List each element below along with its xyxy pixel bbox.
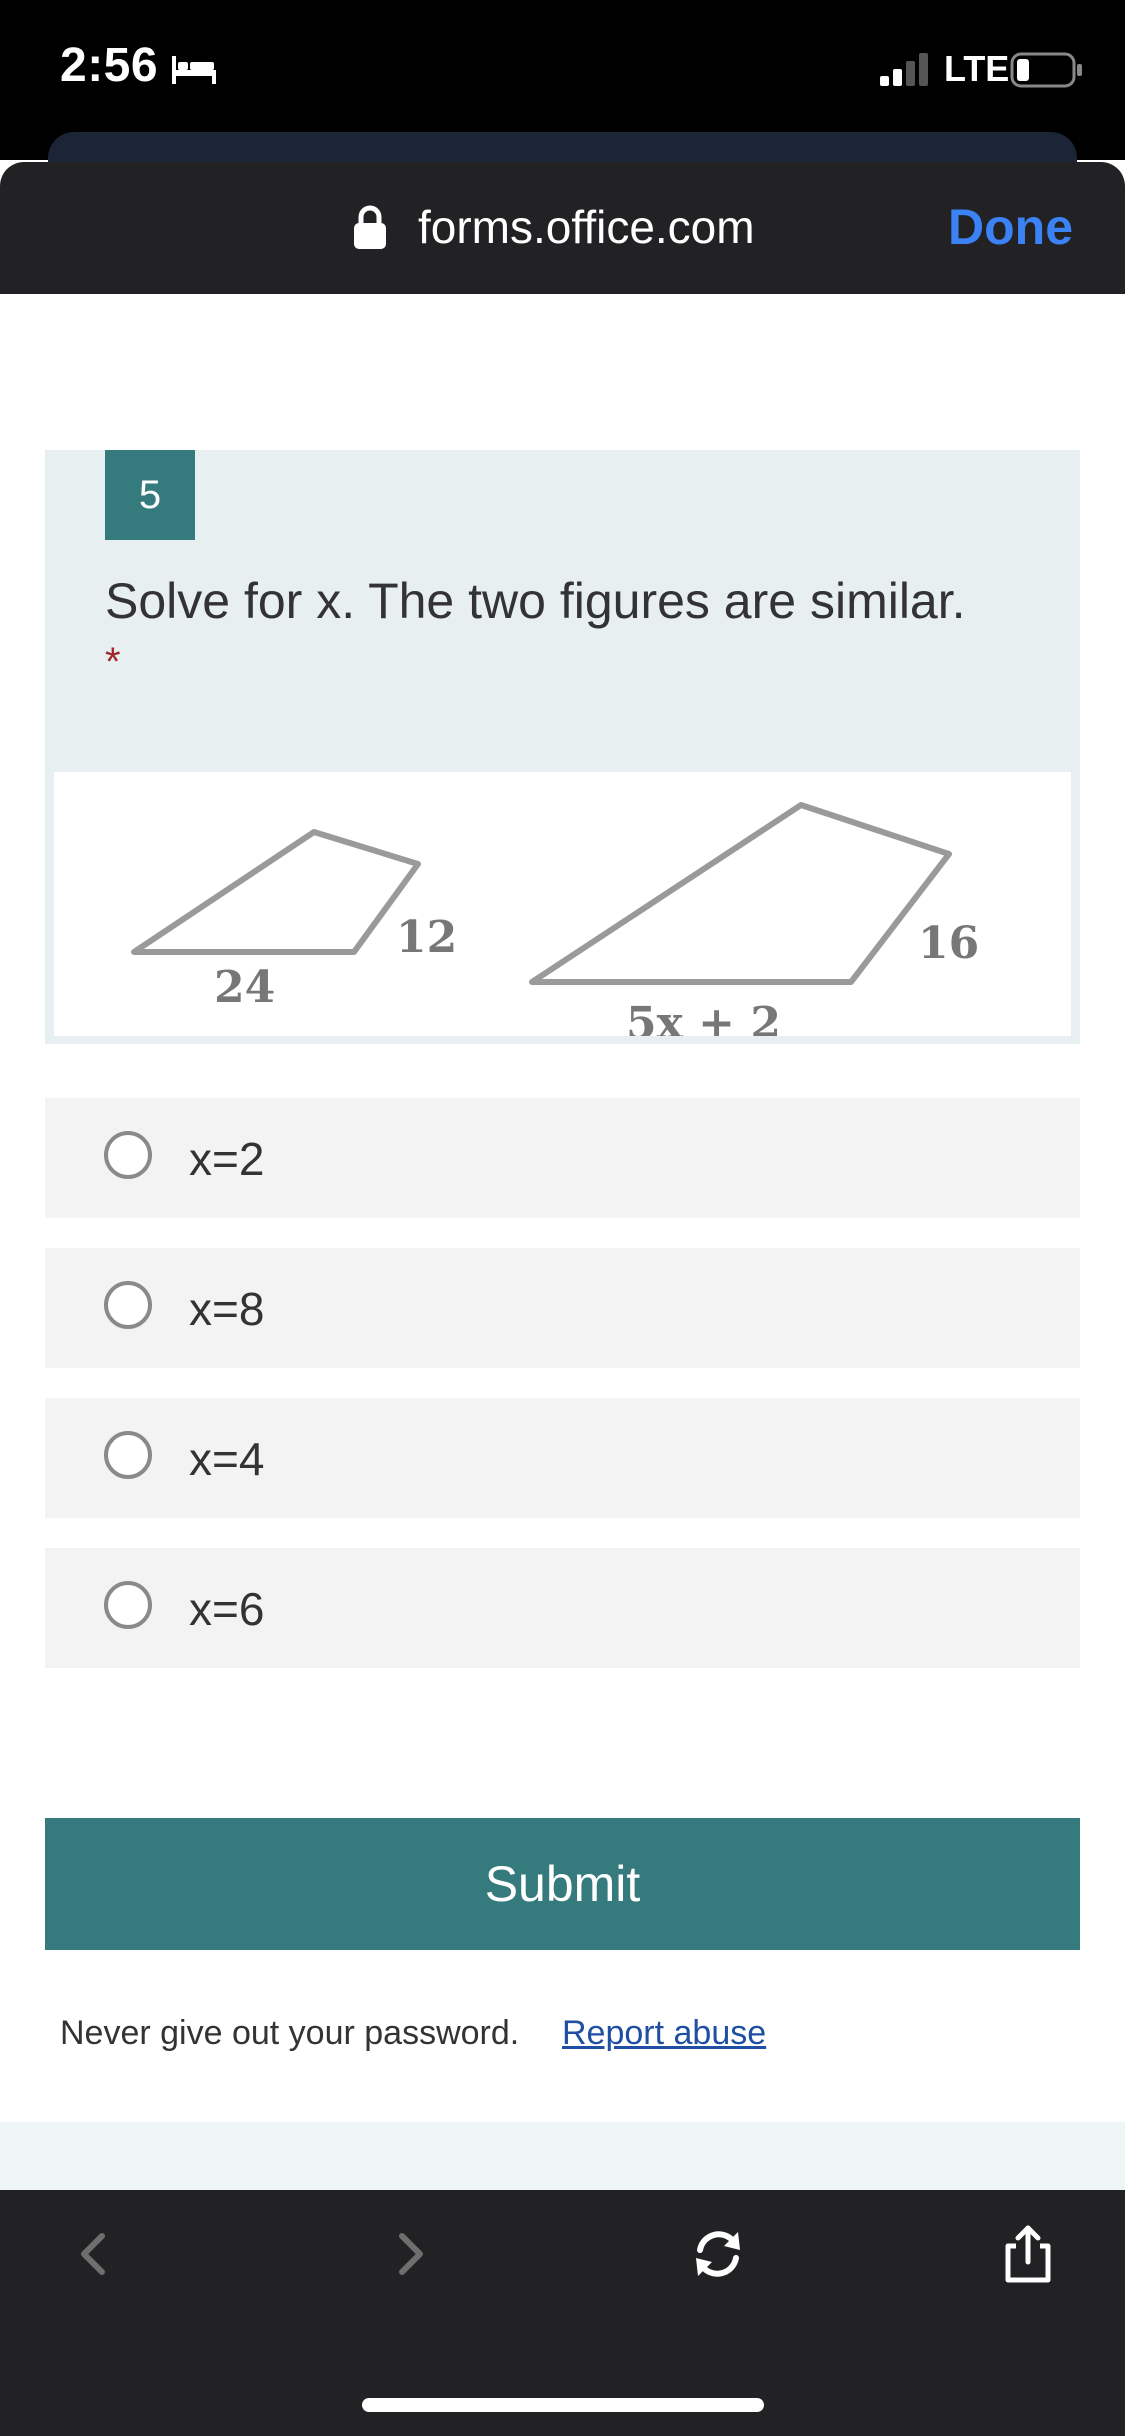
option-label: x=4	[189, 1433, 265, 1485]
option-x-8[interactable]: x=8	[45, 1248, 1080, 1368]
network-label: LTE	[944, 48, 1010, 89]
option-x-4[interactable]: x=4	[45, 1398, 1080, 1518]
signal-icon	[880, 53, 928, 86]
option-label: x=2	[189, 1133, 265, 1185]
reload-icon[interactable]	[686, 2222, 750, 2286]
submit-button[interactable]: Submit	[45, 1818, 1080, 1950]
status-time: 2:56	[60, 39, 159, 92]
back-icon[interactable]	[62, 2222, 126, 2286]
question-card: 5 Solve for x. The two figures are simil…	[45, 450, 1080, 1044]
browser-header: forms.office.com Done	[0, 162, 1125, 294]
small-base-label: 24	[214, 962, 276, 1013]
option-label: x=6	[189, 1583, 265, 1635]
url-label[interactable]: forms.office.com	[418, 200, 755, 254]
radio-button[interactable]	[104, 1281, 152, 1329]
footer-note: Never give out your password.	[60, 2014, 520, 2052]
large-quadrilateral	[529, 802, 952, 985]
radio-button[interactable]	[104, 1131, 152, 1179]
required-mark: *	[105, 640, 121, 684]
bed-icon	[172, 56, 216, 84]
option-x-6[interactable]: x=6	[45, 1548, 1080, 1668]
question-number: 5	[105, 450, 195, 540]
option-x-2[interactable]: x=2	[45, 1098, 1080, 1218]
radio-button[interactable]	[104, 1431, 152, 1479]
large-side-label: 16	[918, 918, 980, 969]
done-button[interactable]: Done	[948, 198, 1073, 256]
page-bottom-band	[0, 2122, 1125, 2192]
share-icon[interactable]	[996, 2222, 1060, 2286]
home-indicator[interactable]	[362, 2398, 764, 2412]
forward-icon[interactable]	[378, 2222, 442, 2286]
large-base-label: 5x + 2	[626, 998, 781, 1036]
small-quadrilateral	[131, 829, 421, 955]
lock-icon	[354, 205, 386, 249]
battery-icon	[1010, 52, 1082, 88]
question-figure: 12 24 16 5x + 2	[54, 772, 1071, 1036]
option-label: x=8	[189, 1283, 265, 1335]
similar-quadrilaterals-figure	[131, 802, 952, 985]
report-abuse-link[interactable]: Report abuse	[562, 2014, 766, 2053]
radio-button[interactable]	[104, 1581, 152, 1629]
small-side-label: 12	[396, 912, 458, 963]
question-text: Solve for x. The two figures are similar…	[105, 573, 966, 629]
